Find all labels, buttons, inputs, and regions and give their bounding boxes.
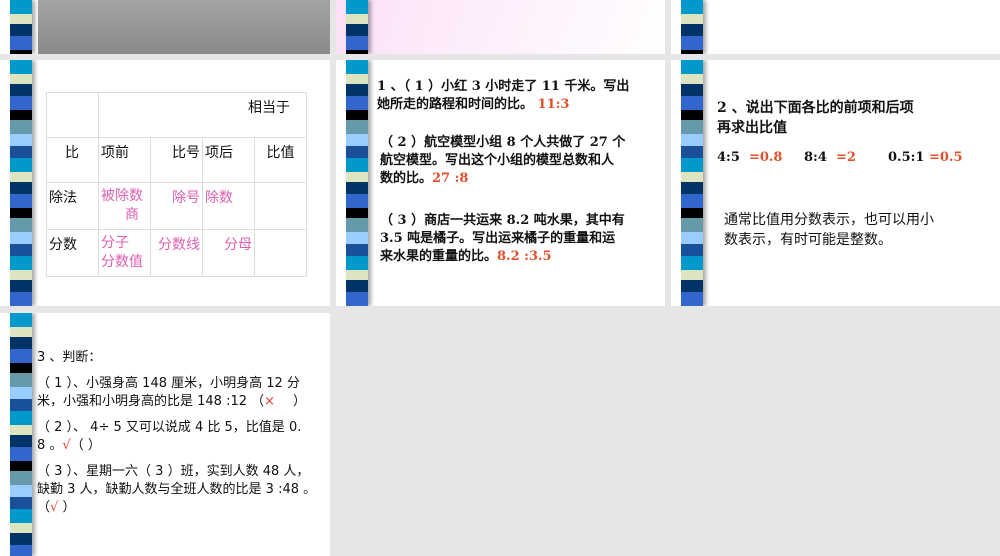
ratio-3: 0.5:1 =0.5	[888, 150, 963, 165]
table-cell: 除法	[46, 182, 99, 230]
table-header: 相当于	[98, 92, 307, 138]
slide-thumbnail-6[interactable]: 2 、说出下面各比的前项和后项 再求出比值 4:5 =0.8 8:4 =2 0.5…	[671, 60, 1000, 306]
table-cell: 比值	[254, 137, 307, 183]
decorative-stripe	[10, 0, 32, 54]
slide-thumbnail-5[interactable]: 1 、（ 1 ）小红 3 小时走了 11 千米。写出 她所走的路程和时间的比。 1…	[336, 60, 665, 306]
table-cell: 分母	[202, 229, 255, 277]
ratio-2: 8:4 =2	[804, 150, 856, 165]
table-cell: 比号	[150, 137, 203, 183]
table-cell: 分数线	[150, 229, 203, 277]
answer-3: 8.2 :3.5	[497, 249, 552, 264]
decorative-stripe	[10, 313, 32, 556]
table-cell: 除数	[202, 182, 255, 230]
ratio-comparison-table: 相当于 比 项前 比号 项后 比值 除法 被除数商 除号 除数 分数 分子 分数值…	[46, 92, 307, 277]
table-cell: 分子 分数值	[98, 229, 151, 277]
decorative-stripe	[346, 60, 368, 306]
judge-title: 3 、判断：	[37, 350, 102, 365]
decorative-stripe	[681, 0, 703, 54]
question-2: （ 2 ）航空模型小组 8 个人共做了 27 个航空模型。写出这个小组的模型总数…	[380, 135, 626, 186]
note-text: 通常比值用分数表示，也可以用小 数表示，有时可能是整数。	[724, 212, 934, 248]
slide-thumbnail-1[interactable]	[0, 0, 330, 54]
question-3: （ 3 ）商店一共运来 8.2 吨水果，其中有 3.5 吨是橘子。写出运来橘子的重…	[380, 213, 625, 264]
judge-1: （ 1 ）、小强身高 148 厘米，小明身高 12 分米，小强和小明身高的比是 …	[37, 376, 307, 409]
judge-3: （ 3 ）、星期一六（ 3 ）班，实到人数 48 人， 缺勤 3 人，缺勤人数与全…	[37, 464, 317, 515]
table-cell: 项后	[202, 137, 255, 183]
cross-mark: ×	[264, 394, 276, 409]
table-cell: 比	[46, 137, 99, 183]
slide-thumbnail-4[interactable]: 相当于 比 项前 比号 项后 比值 除法 被除数商 除号 除数 分数 分子 分数值…	[0, 60, 330, 306]
decorative-stripe	[681, 60, 703, 306]
table-cell: 除号	[150, 182, 203, 230]
question-title: 2 、说出下面各比的前项和后项 再求出比值	[717, 100, 914, 136]
ratio-1: 4:5 =0.8	[717, 150, 783, 165]
question-1: 1 、（ 1 ）小红 3 小时走了 11 千米。写出 她所走的路程和时间的比。 1…	[377, 79, 630, 112]
answer-1: 11:3	[537, 97, 570, 112]
table-cell: 分数	[46, 229, 99, 277]
slide-thumbnail-7[interactable]: 3 、判断： （ 1 ）、小强身高 148 厘米，小明身高 12 分米，小强和小…	[0, 313, 330, 556]
answer-2: 27 :8	[432, 171, 469, 186]
judge-2: （ 2 ）、 4÷ 5 又可以说成 4 比 5，比值是 0. 8 。√（ ）	[37, 420, 302, 453]
decorative-stripe	[10, 60, 32, 306]
slide-thumbnail-2[interactable]	[336, 0, 665, 54]
check-mark: √	[62, 438, 71, 453]
table-cell	[254, 182, 307, 230]
table-cell	[254, 229, 307, 277]
table-cell: 项前	[98, 137, 151, 183]
decorative-stripe	[346, 0, 368, 54]
table-cell: 被除数商	[98, 182, 151, 230]
slide-thumbnail-3[interactable]	[671, 0, 1000, 54]
